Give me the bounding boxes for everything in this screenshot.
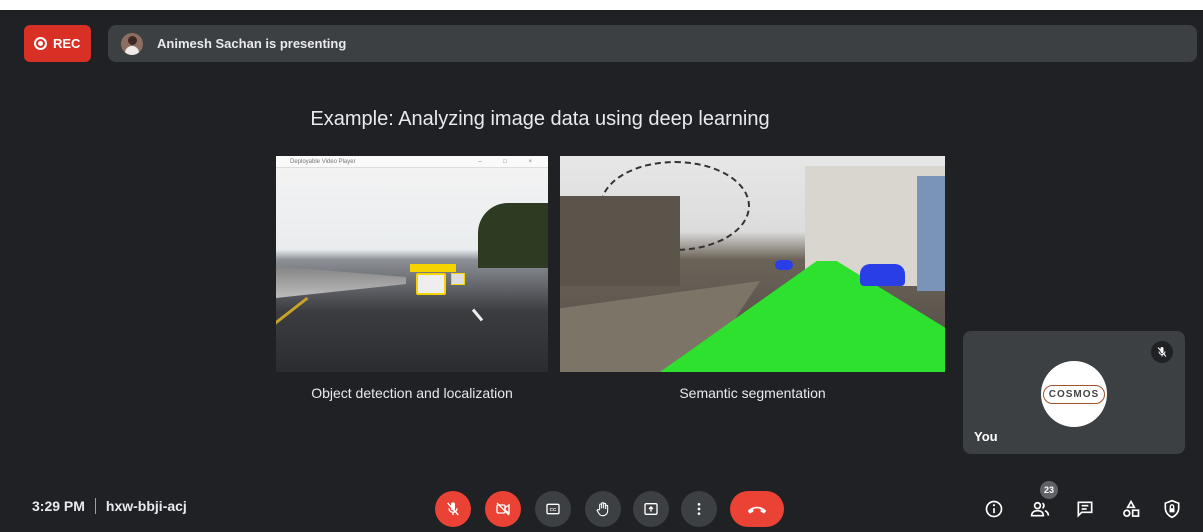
- activities-icon: [1123, 499, 1140, 517]
- mic-toggle-button[interactable]: [435, 491, 471, 527]
- camera-off-icon: [496, 502, 510, 516]
- chat-button[interactable]: [1073, 497, 1097, 521]
- presenter-avatar: [121, 32, 143, 55]
- people-icon: [1030, 501, 1050, 517]
- svg-text:CC: CC: [550, 507, 557, 512]
- raise-hand-button[interactable]: [585, 491, 621, 527]
- chat-icon: [1077, 501, 1093, 518]
- self-name-label: You: [974, 429, 998, 444]
- hang-up-icon: [747, 506, 767, 514]
- mic-off-icon: [447, 502, 459, 516]
- presenting-text: Animesh Sachan is presenting: [157, 36, 347, 51]
- leave-call-button[interactable]: [730, 491, 784, 527]
- captions-button[interactable]: CC: [535, 491, 571, 527]
- caption-semantic-segmentation: Semantic segmentation: [679, 385, 826, 401]
- call-controls: CC: [0, 491, 1203, 527]
- more-options-icon: [697, 503, 701, 515]
- host-controls-button[interactable]: [1160, 497, 1184, 521]
- slide-title: Example: Analyzing image data using deep…: [310, 108, 770, 130]
- segmented-car: [775, 260, 793, 270]
- detected-car-box: [416, 273, 446, 295]
- host-controls-icon: [1164, 499, 1180, 519]
- object-detection-image: Deployable Video Player – □ ×: [276, 156, 548, 372]
- detected-car-box: [451, 273, 465, 285]
- camera-toggle-button[interactable]: [485, 491, 521, 527]
- top-strip: [0, 0, 1203, 10]
- segmented-car: [860, 264, 905, 286]
- participant-count-badge: 23: [1040, 481, 1058, 499]
- more-options-button[interactable]: [681, 491, 717, 527]
- recording-label: REC: [53, 36, 81, 51]
- video-player-titlebar: Deployable Video Player – □ ×: [276, 156, 548, 168]
- mic-off-icon: [1151, 341, 1173, 363]
- meeting-details-button[interactable]: [982, 497, 1006, 521]
- caption-object-detection: Object detection and localization: [311, 385, 513, 401]
- video-player-title: Deployable Video Player: [290, 159, 356, 165]
- raise-hand-icon: [596, 502, 609, 517]
- present-now-button[interactable]: [633, 491, 669, 527]
- info-icon: [985, 500, 1003, 518]
- recording-badge[interactable]: REC: [24, 25, 91, 62]
- captions-icon: CC: [546, 503, 560, 515]
- people-button[interactable]: [1028, 497, 1052, 521]
- semantic-segmentation-image: [560, 156, 945, 372]
- self-video-tile[interactable]: COSMOS You: [963, 331, 1185, 454]
- avatar: COSMOS: [1041, 361, 1107, 427]
- present-icon: [644, 503, 658, 515]
- activities-button[interactable]: [1119, 497, 1143, 521]
- record-icon: [34, 37, 47, 50]
- detection-label: [410, 264, 456, 272]
- presenting-banner: Animesh Sachan is presenting: [108, 25, 1197, 62]
- avatar-logo-text: COSMOS: [1042, 384, 1106, 404]
